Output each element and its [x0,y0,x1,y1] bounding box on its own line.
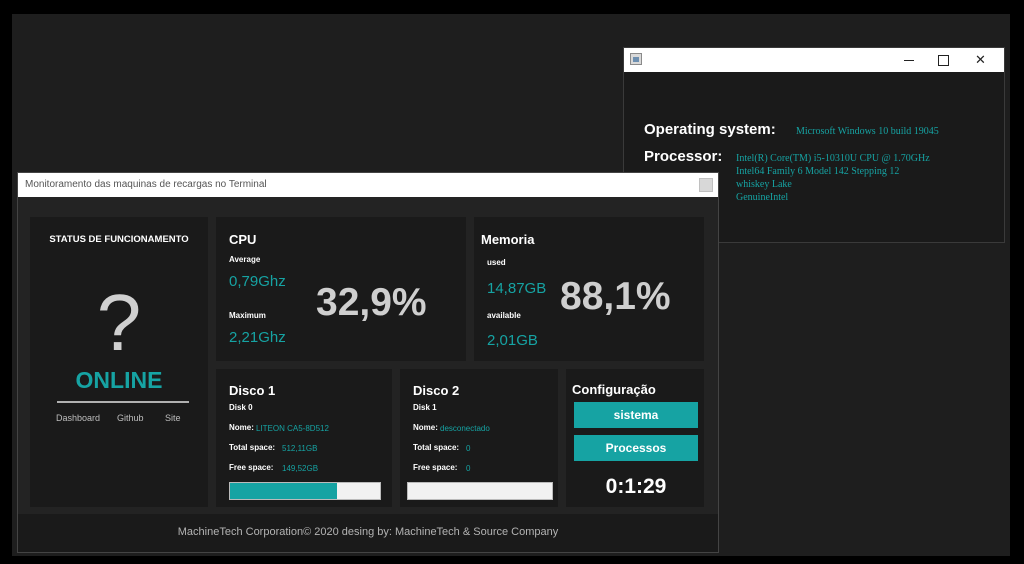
memory-percent: 88,1% [560,275,671,318]
github-link[interactable]: Github [117,413,144,423]
disk1-title: Disco 1 [229,383,276,398]
cpu-average-label: Average [229,255,261,264]
disk1-name-value: LITEON CA5-8D512 [256,424,329,433]
memory-available-value: 2,01GB [487,332,538,349]
dashboard-link[interactable]: Dashboard [56,413,100,423]
processor-line: Intel64 Family 6 Model 142 Stepping 12 [736,166,900,177]
memory-available-label: available [487,311,521,320]
site-link[interactable]: Site [165,413,181,423]
config-panel: Configuração sistema Processos 0:1:29 [566,369,704,507]
memory-title: Memoria [481,232,535,247]
disk1-usage-fill [230,483,337,499]
monitor-titlebar[interactable]: Monitoramento das maquinas de recargas n… [18,173,718,197]
cpu-percent: 32,9% [316,281,427,324]
disk2-total-label: Total space: [413,443,460,452]
os-value: Microsoft Windows 10 build 19045 [796,126,939,137]
monitor-window: Monitoramento das maquinas de recargas n… [17,172,719,553]
processos-button[interactable]: Processos [574,435,698,461]
status-panel: STATUS DE FUNCIONAMENTO ? ONLINE Dashboa… [30,217,208,507]
disk1-usage-bar [229,482,381,500]
maximize-button[interactable] [927,48,960,72]
disk1-total-label: Total space: [229,443,276,452]
question-mark-icon: ? [96,278,142,367]
processor-line: GenuineIntel [736,192,789,203]
java-app-icon [630,53,642,65]
disk2-usage-bar [407,482,553,500]
minimize-button[interactable] [892,48,925,72]
status-divider [57,401,189,403]
disk1-total-value: 512,11GB [282,444,318,453]
memory-used-label: used [487,258,506,267]
disk2-panel: Disco 2 Disk 1 Nome: desconectado Total … [400,369,558,507]
disk2-title: Disco 2 [413,383,460,398]
cpu-panel: CPU Average 0,79Ghz Maximum 2,21Ghz 32,9… [216,217,466,361]
disk1-id: Disk 0 [229,403,253,412]
status-title: STATUS DE FUNCIONAMENTO [49,234,189,245]
disk2-total-value: 0 [466,444,471,453]
cpu-maximum-label: Maximum [229,311,266,320]
cpu-title: CPU [229,232,257,247]
window-title: Monitoramento das maquinas de recargas n… [25,179,267,190]
disk2-id: Disk 1 [413,403,437,412]
processor-line: whiskey Lake [736,179,792,190]
processor-label: Processor: [644,148,723,165]
footer-credits: MachineTech Corporation© 2020 desing by:… [18,514,718,552]
config-title: Configuração [572,382,656,397]
disk1-panel: Disco 1 Disk 0 Nome: LITEON CA5-8D512 To… [216,369,392,507]
sistema-button[interactable]: sistema [574,402,698,428]
dashboard-content: STATUS DE FUNCIONAMENTO ? ONLINE Dashboa… [18,197,718,552]
disk2-name-label: Nome: [413,423,438,432]
os-label: Operating system: [644,121,776,138]
disk1-free-label: Free space: [229,463,274,472]
cpu-maximum-value: 2,21Ghz [229,329,286,346]
memory-used-value: 14,87GB [487,280,547,297]
disk2-free-label: Free space: [413,463,458,472]
minimize-icon [903,60,914,62]
cpu-average-value: 0,79Ghz [229,273,286,290]
window-close-button[interactable] [699,178,713,192]
close-button[interactable]: ✕ [964,48,997,72]
memory-panel: Memoria used 14,87GB available 2,01GB 88… [474,217,704,361]
processor-line: Intel(R) Core(TM) i5-10310U CPU @ 1.70GH… [736,153,930,164]
disk2-name-value: desconectado [440,424,490,433]
disk1-free-value: 149,52GB [282,464,319,473]
disk2-free-value: 0 [466,464,471,473]
uptime-timer: 0:1:29 [574,471,698,502]
disk1-name-label: Nome: [229,423,254,432]
system-info-titlebar[interactable]: ✕ [624,48,1004,72]
maximize-icon [938,55,949,67]
status-online-label: ONLINE [75,367,163,393]
